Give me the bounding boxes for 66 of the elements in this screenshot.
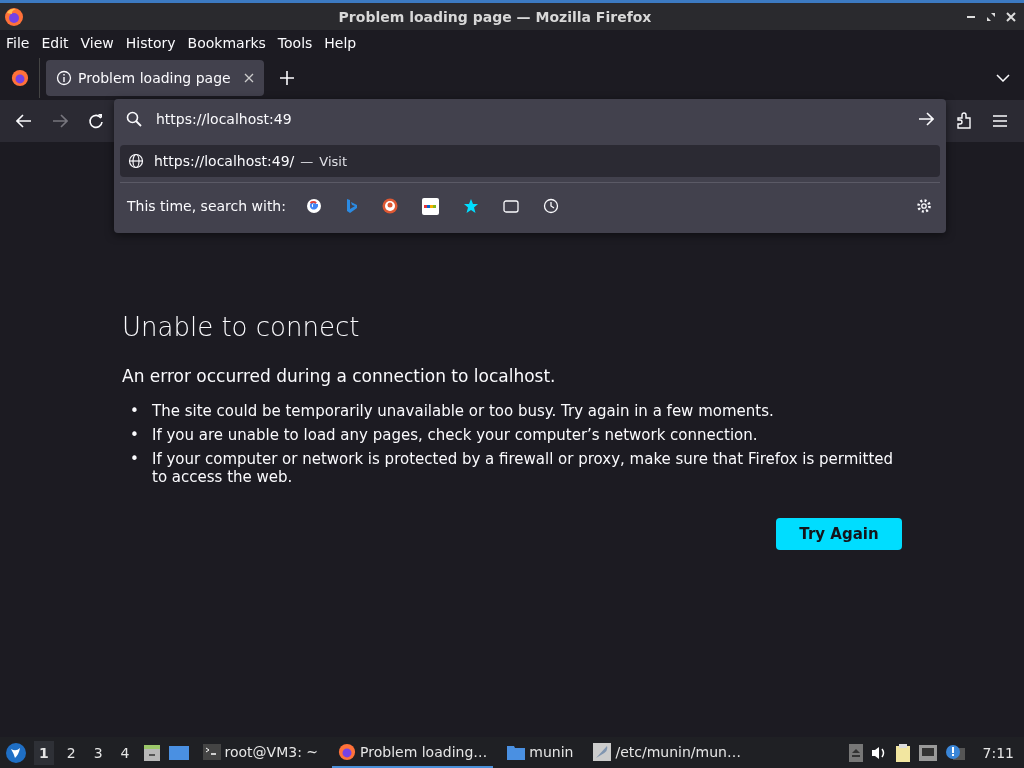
try-again-button[interactable]: Try Again xyxy=(776,518,902,550)
alert-icon[interactable] xyxy=(944,743,965,762)
error-hint: If your computer or network is protected by a firewall or proxy, make sure that Firefox is permitted to access the web. xyxy=(152,450,895,486)
star-icon[interactable] xyxy=(462,198,479,214)
google-logo-icon[interactable] xyxy=(305,198,322,214)
error-description: An error occurred during a connection to localhost. xyxy=(122,366,557,386)
eject-icon[interactable] xyxy=(848,743,863,762)
tab-icon[interactable] xyxy=(502,199,519,213)
clock: 7:11 xyxy=(982,744,1014,761)
network-icon[interactable] xyxy=(918,744,937,761)
address-field[interactable]: https://localhost:49 xyxy=(152,111,908,127)
error-heading: Unable to connect xyxy=(122,312,361,342)
speaker-icon[interactable] xyxy=(870,744,887,761)
bing-logo-icon[interactable] xyxy=(345,198,358,214)
settings-icon[interactable] xyxy=(916,198,932,214)
firefox-logo-icon[interactable] xyxy=(11,69,29,87)
file-cabinet-icon[interactable] xyxy=(142,743,161,762)
search-with-label: This time, search with: xyxy=(127,198,286,214)
menu-item[interactable]: Tools xyxy=(277,35,313,51)
chevron-down-icon[interactable] xyxy=(996,74,1010,82)
puzzle-piece-icon[interactable] xyxy=(956,112,972,130)
clock-icon[interactable] xyxy=(542,198,559,214)
go-arrow-icon[interactable] xyxy=(918,112,934,126)
bullet: • xyxy=(130,402,140,420)
globe-icon xyxy=(128,153,144,169)
firefox-logo-icon xyxy=(4,6,24,27)
workspace-button[interactable]: 2 xyxy=(61,740,81,765)
firefox-logo-icon xyxy=(338,742,357,761)
error-hint: The site could be temporarily unavailable or too busy. Try again in a few moments. xyxy=(152,402,774,420)
taskbar-button[interactable]: /etc/munin/mun… xyxy=(587,737,747,768)
menu-item[interactable]: File xyxy=(6,35,30,51)
browser-tab[interactable]: Problem loading page xyxy=(46,60,264,96)
info-icon xyxy=(56,70,72,86)
desktop-icon[interactable] xyxy=(168,744,189,761)
feather-icon xyxy=(593,742,612,761)
close-icon[interactable] xyxy=(244,73,254,83)
menu-icon[interactable] xyxy=(992,114,1008,128)
bullet: • xyxy=(130,450,140,470)
start-menu-icon[interactable] xyxy=(6,742,26,763)
terminal-icon xyxy=(202,743,221,760)
clipboard-icon[interactable] xyxy=(894,743,911,762)
ebay-logo-icon[interactable] xyxy=(421,197,439,215)
forward-arrow-icon[interactable] xyxy=(52,114,68,128)
workspace-button[interactable]: 4 xyxy=(115,740,135,765)
taskbar-button[interactable]: Problem loading… xyxy=(332,737,494,768)
menu-item[interactable]: Edit xyxy=(41,35,69,51)
close-icon[interactable] xyxy=(1006,11,1016,22)
taskbar-button[interactable]: munin xyxy=(501,737,580,768)
bullet: • xyxy=(130,426,140,444)
reload-icon[interactable] xyxy=(88,113,104,129)
maximize-icon[interactable] xyxy=(986,11,996,22)
duck-logo-icon[interactable] xyxy=(381,198,398,214)
menu-item[interactable]: Help xyxy=(324,35,357,51)
search-icon xyxy=(126,111,142,127)
error-hint: If you are unable to load any pages, check your computer’s network connection. xyxy=(152,426,758,444)
workspace-button[interactable]: 3 xyxy=(88,740,108,765)
menu-item[interactable]: Bookmarks xyxy=(187,35,266,51)
window-title: Problem loading page — Mozilla Firefox xyxy=(337,8,653,25)
menu-item[interactable]: History xyxy=(125,35,176,51)
workspace-button[interactable]: 1 xyxy=(34,740,54,765)
suggestion-item[interactable]: https://localhost:49/ — Visit xyxy=(120,145,940,177)
back-arrow-icon[interactable] xyxy=(16,114,32,128)
new-tab-icon[interactable] xyxy=(280,71,294,85)
folder-icon xyxy=(507,743,526,760)
menu-item[interactable]: View xyxy=(80,35,114,51)
taskbar-button[interactable]: root@VM3: ~ xyxy=(196,737,325,768)
